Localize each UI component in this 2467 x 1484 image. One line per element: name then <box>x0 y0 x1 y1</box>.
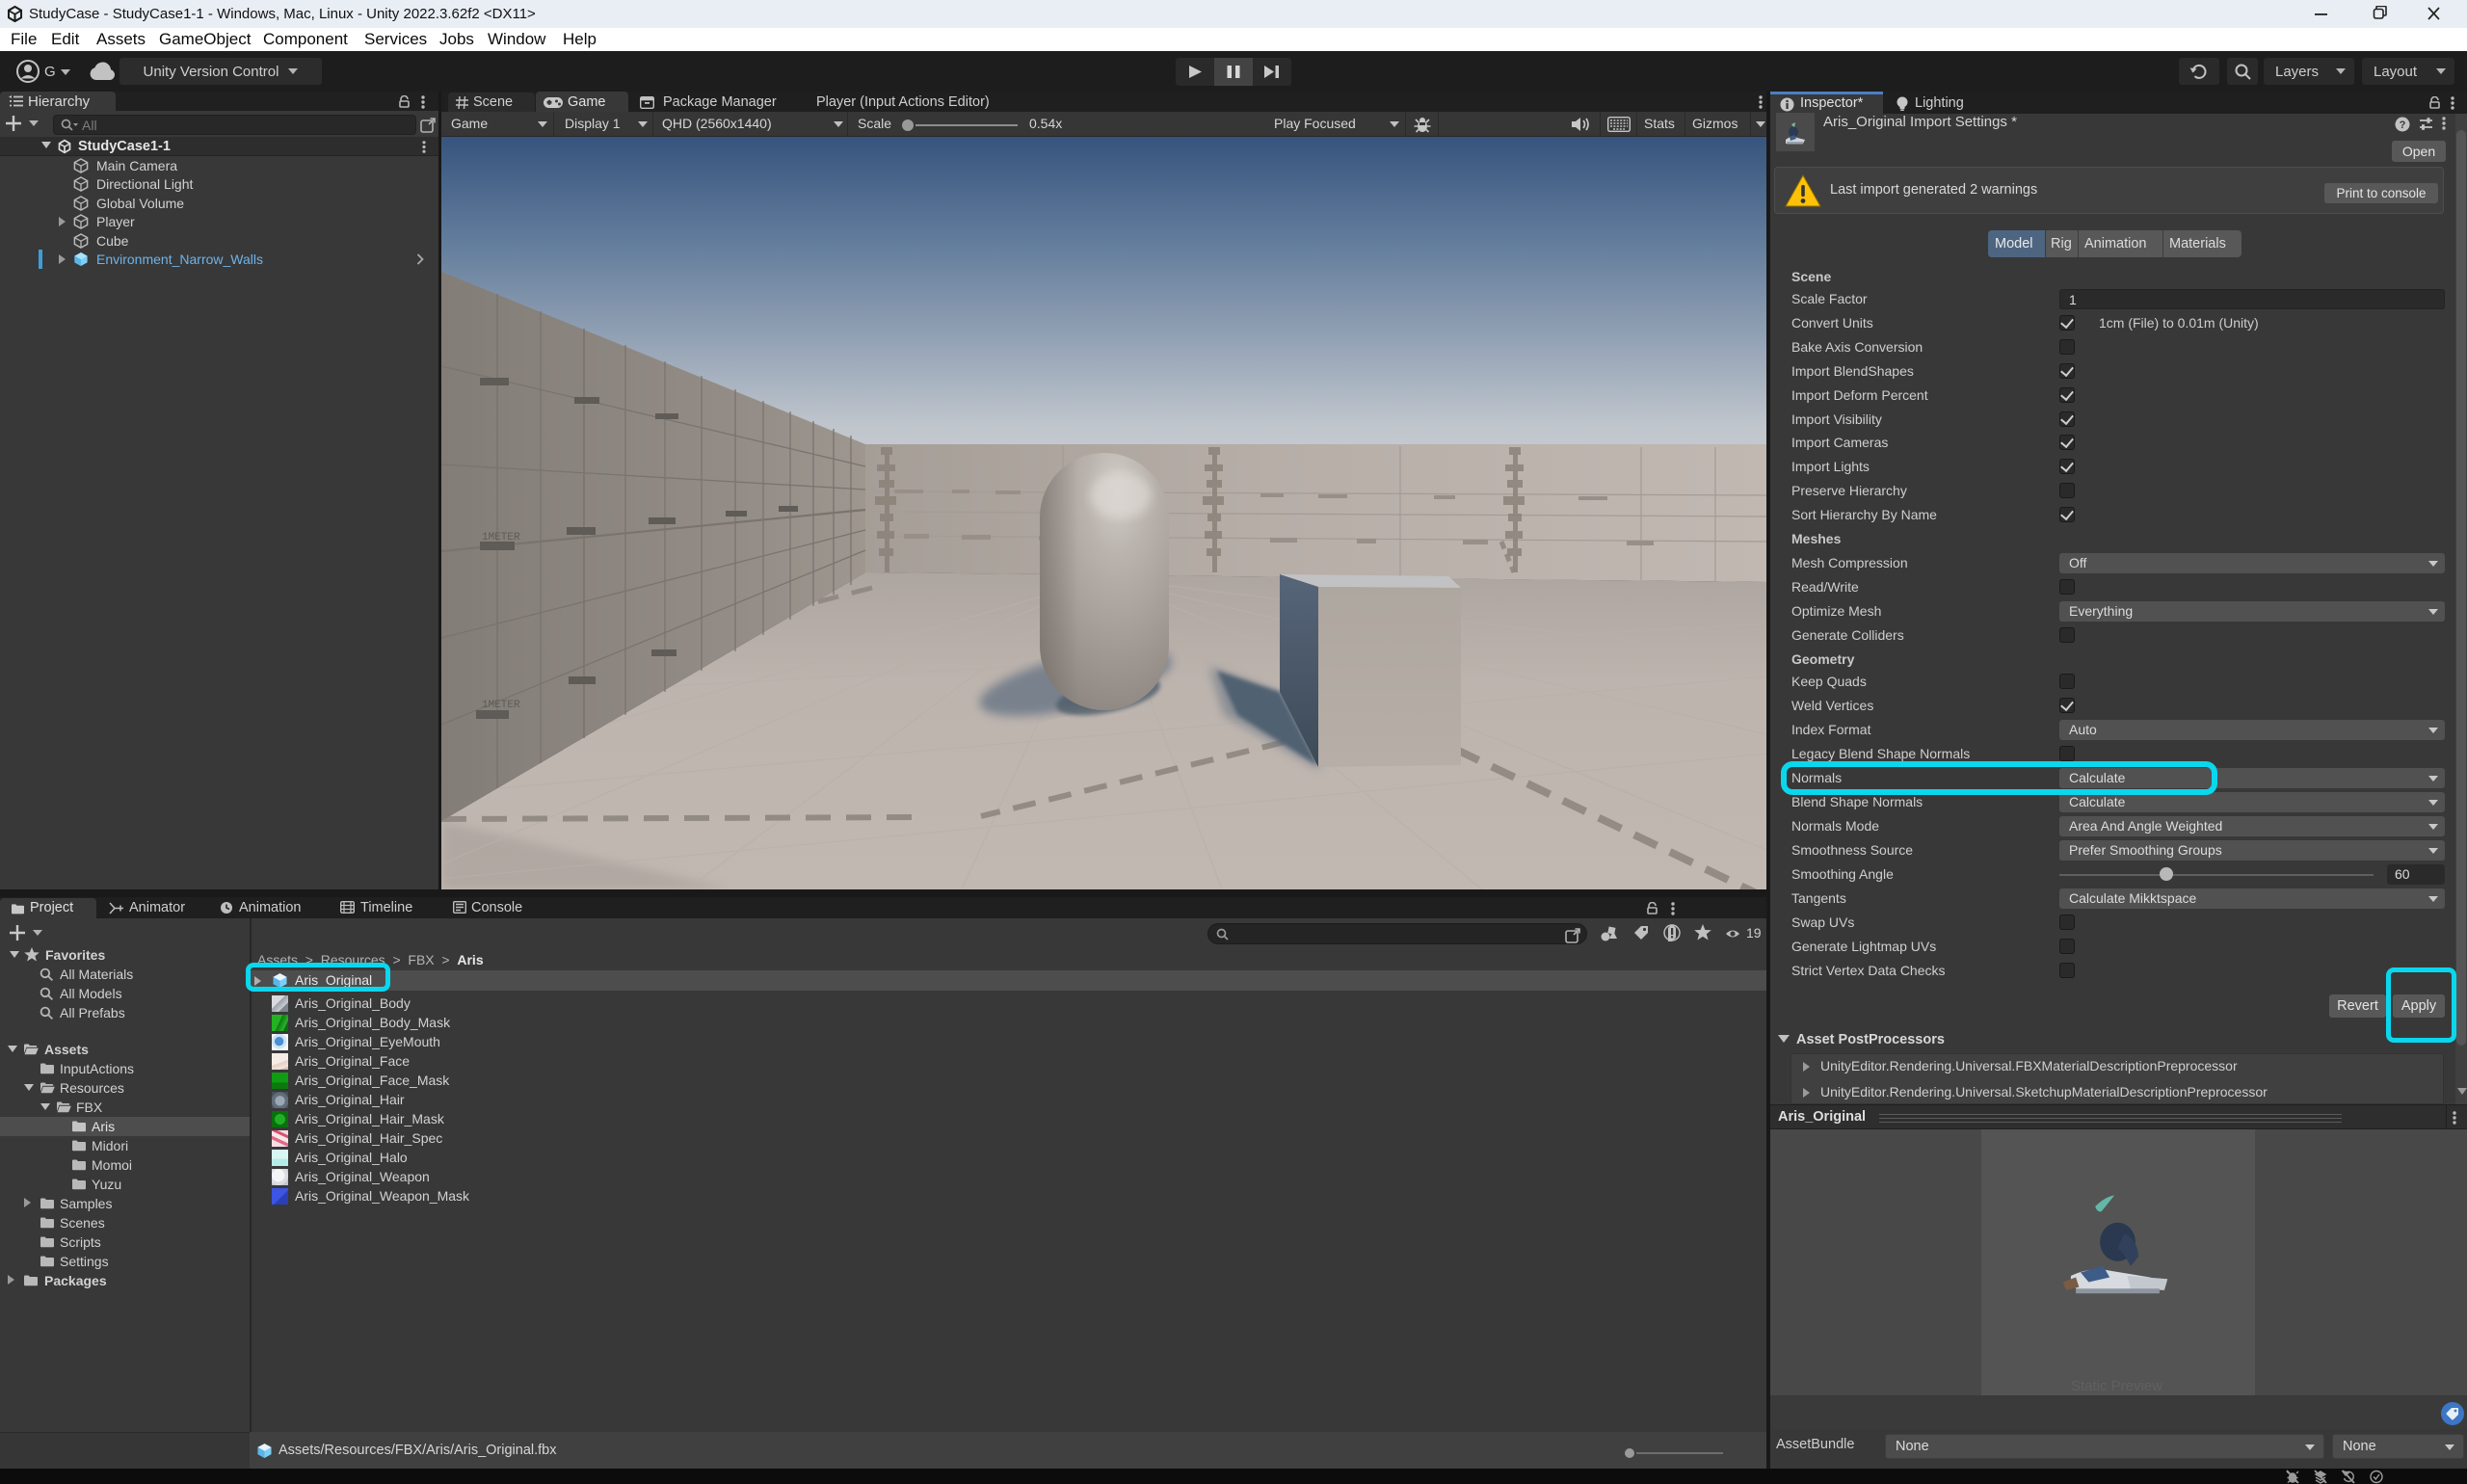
svg-text:1METER: 1METER <box>482 700 520 711</box>
svg-text:?: ? <box>2400 119 2406 131</box>
svg-text:1METER: 1METER <box>482 532 520 543</box>
